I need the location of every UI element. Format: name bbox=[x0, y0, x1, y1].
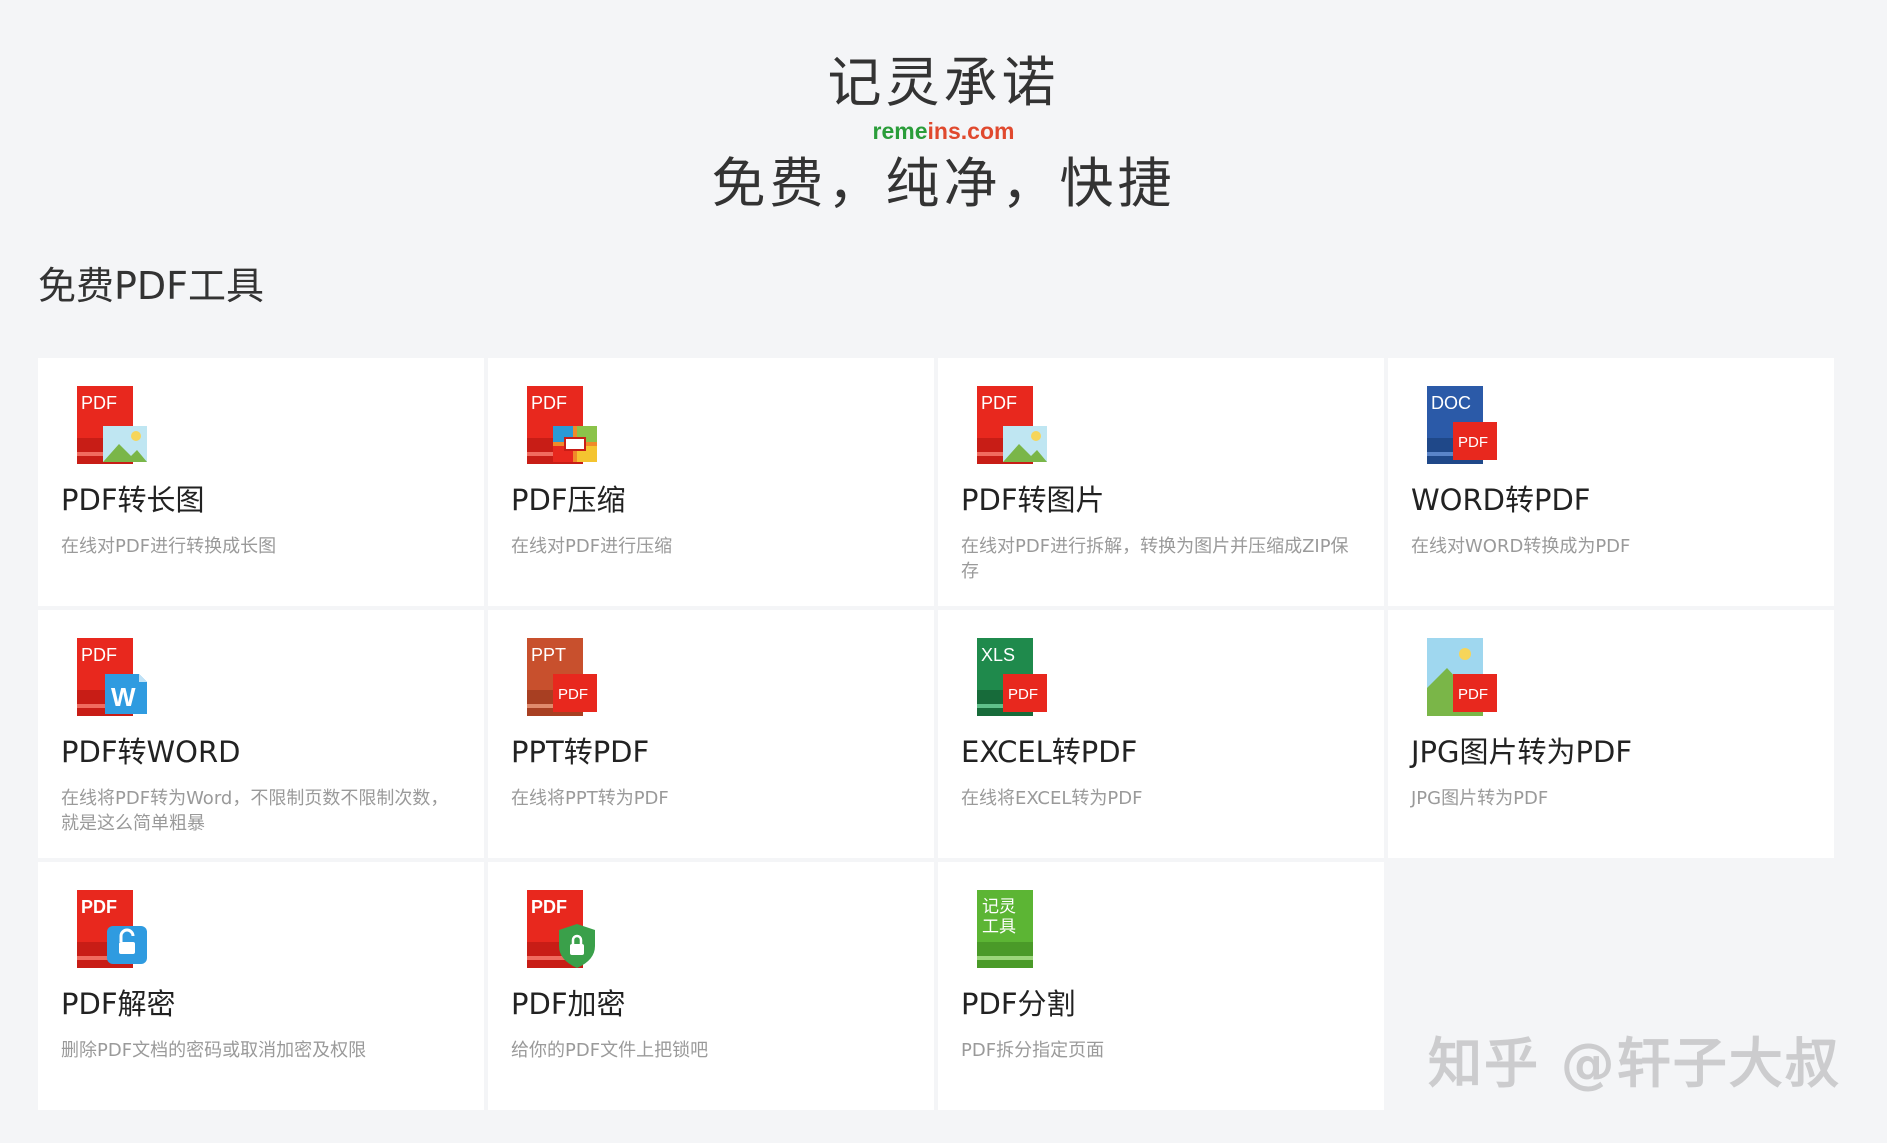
word-to-pdf-icon: DOC PDF bbox=[1427, 386, 1499, 464]
tool-desc: 给你的PDF文件上把锁吧 bbox=[511, 1040, 709, 1061]
tool-card-pdf-to-word[interactable]: PDF W PDF转WORD 在线将PDF转为Word，不限制页数不限制次数，就… bbox=[38, 610, 484, 858]
pdf-lock-icon: PDF bbox=[527, 890, 599, 968]
svg-text:PDF: PDF bbox=[558, 686, 588, 703]
svg-text:PDF: PDF bbox=[1458, 686, 1488, 703]
svg-text:XLS: XLS bbox=[981, 645, 1015, 665]
pdf-compress-icon: PDF bbox=[527, 386, 599, 464]
excel-to-pdf-icon: XLS PDF bbox=[977, 638, 1049, 716]
brand-url-part1: reme bbox=[872, 118, 928, 144]
tool-name: PDF解密 bbox=[61, 987, 176, 1021]
tool-name: WORD转PDF bbox=[1411, 483, 1591, 517]
svg-text:W: W bbox=[111, 682, 136, 712]
brand-url-part2: ins.com bbox=[927, 118, 1015, 144]
tool-card-jpg-to-pdf[interactable]: PDF JPG图片转为PDF JPG图片转为PDF bbox=[1388, 610, 1834, 858]
tool-desc: 在线将EXCEL转为PDF bbox=[961, 788, 1143, 809]
tool-card-pdf-lock[interactable]: PDF PDF加密 给你的PDF文件上把锁吧 bbox=[488, 862, 934, 1110]
tool-name: PPT转PDF bbox=[511, 735, 650, 769]
tool-grid: PDF PDF转长图 在线对PDF进行转换成长图 PDF PDF压缩 在线对PD… bbox=[38, 358, 1834, 1110]
tool-card-excel-to-pdf[interactable]: XLS PDF EXCEL转PDF 在线将EXCEL转为PDF bbox=[938, 610, 1384, 858]
tool-name: EXCEL转PDF bbox=[961, 735, 1138, 769]
tool-name: JPG图片转为PDF bbox=[1411, 735, 1633, 769]
svg-text:PDF: PDF bbox=[531, 393, 567, 413]
tool-name: PDF分割 bbox=[961, 987, 1076, 1021]
svg-text:PPT: PPT bbox=[531, 645, 566, 665]
section-title: 免费PDF工具 bbox=[38, 264, 265, 308]
tool-desc: 在线将PDF转为Word，不限制页数不限制次数，就是这么简单粗暴 bbox=[61, 788, 449, 834]
svg-text:PDF: PDF bbox=[81, 393, 117, 413]
tool-desc: 在线对PDF进行转换成长图 bbox=[61, 536, 277, 557]
svg-text:PDF: PDF bbox=[1008, 686, 1038, 703]
tool-card-pdf-unlock[interactable]: PDF PDF解密 删除PDF文档的密码或取消加密及权限 bbox=[38, 862, 484, 1110]
pdf-to-long-image-icon: PDF bbox=[77, 386, 149, 464]
svg-text:DOC: DOC bbox=[1431, 393, 1471, 413]
brand-url[interactable]: remeins.com bbox=[0, 116, 1887, 146]
hero-header: 记灵承诺 remeins.com 免费，纯净，快捷 bbox=[0, 0, 1887, 220]
tool-name: PDF加密 bbox=[511, 987, 626, 1021]
watermark: 知乎 @轩子大叔 bbox=[1428, 1032, 1841, 1095]
pdf-to-word-icon: PDF W bbox=[77, 638, 149, 716]
tool-desc: 在线对PDF进行压缩 bbox=[511, 536, 673, 557]
svg-text:记灵: 记灵 bbox=[982, 897, 1016, 917]
svg-text:工具: 工具 bbox=[982, 917, 1016, 937]
pdf-to-image-icon: PDF bbox=[977, 386, 1049, 464]
tool-desc: 在线对WORD转换成为PDF bbox=[1411, 536, 1631, 557]
tool-desc: 在线对PDF进行拆解，转换为图片并压缩成ZIP保存 bbox=[961, 536, 1349, 582]
brand-title: 记灵承诺 bbox=[827, 51, 1060, 114]
tool-card-word-to-pdf[interactable]: DOC PDF WORD转PDF 在线对WORD转换成为PDF bbox=[1388, 358, 1834, 606]
tool-name: PDF压缩 bbox=[511, 483, 626, 517]
ppt-to-pdf-icon: PPT PDF bbox=[527, 638, 599, 716]
tool-card-ppt-to-pdf[interactable]: PPT PDF PPT转PDF 在线将PPT转为PDF bbox=[488, 610, 934, 858]
svg-text:PDF: PDF bbox=[81, 645, 117, 665]
slogan: 免费，纯净，快捷 bbox=[711, 152, 1176, 215]
tool-name: PDF转长图 bbox=[61, 483, 205, 517]
tool-desc: JPG图片转为PDF bbox=[1411, 788, 1549, 809]
jpg-to-pdf-icon: PDF bbox=[1427, 638, 1499, 716]
pdf-unlock-icon: PDF bbox=[77, 890, 149, 968]
pdf-split-icon: 记灵 工具 bbox=[977, 890, 1049, 968]
tool-card-pdf-compress[interactable]: PDF PDF压缩 在线对PDF进行压缩 bbox=[488, 358, 934, 606]
tool-name: PDF转图片 bbox=[961, 483, 1105, 517]
tool-card-pdf-to-image[interactable]: PDF PDF转图片 在线对PDF进行拆解，转换为图片并压缩成ZIP保存 bbox=[938, 358, 1384, 606]
tool-desc: 删除PDF文档的密码或取消加密及权限 bbox=[61, 1040, 367, 1061]
svg-text:PDF: PDF bbox=[981, 393, 1017, 413]
tool-desc: PDF拆分指定页面 bbox=[961, 1040, 1105, 1061]
tool-name: PDF转WORD bbox=[61, 735, 241, 769]
tool-desc: 在线将PPT转为PDF bbox=[511, 788, 669, 809]
tool-card-pdf-to-long-image[interactable]: PDF PDF转长图 在线对PDF进行转换成长图 bbox=[38, 358, 484, 606]
svg-text:PDF: PDF bbox=[531, 897, 567, 917]
tool-card-pdf-split[interactable]: 记灵 工具 PDF分割 PDF拆分指定页面 bbox=[938, 862, 1384, 1110]
svg-text:PDF: PDF bbox=[1458, 434, 1488, 451]
svg-text:PDF: PDF bbox=[81, 897, 117, 917]
